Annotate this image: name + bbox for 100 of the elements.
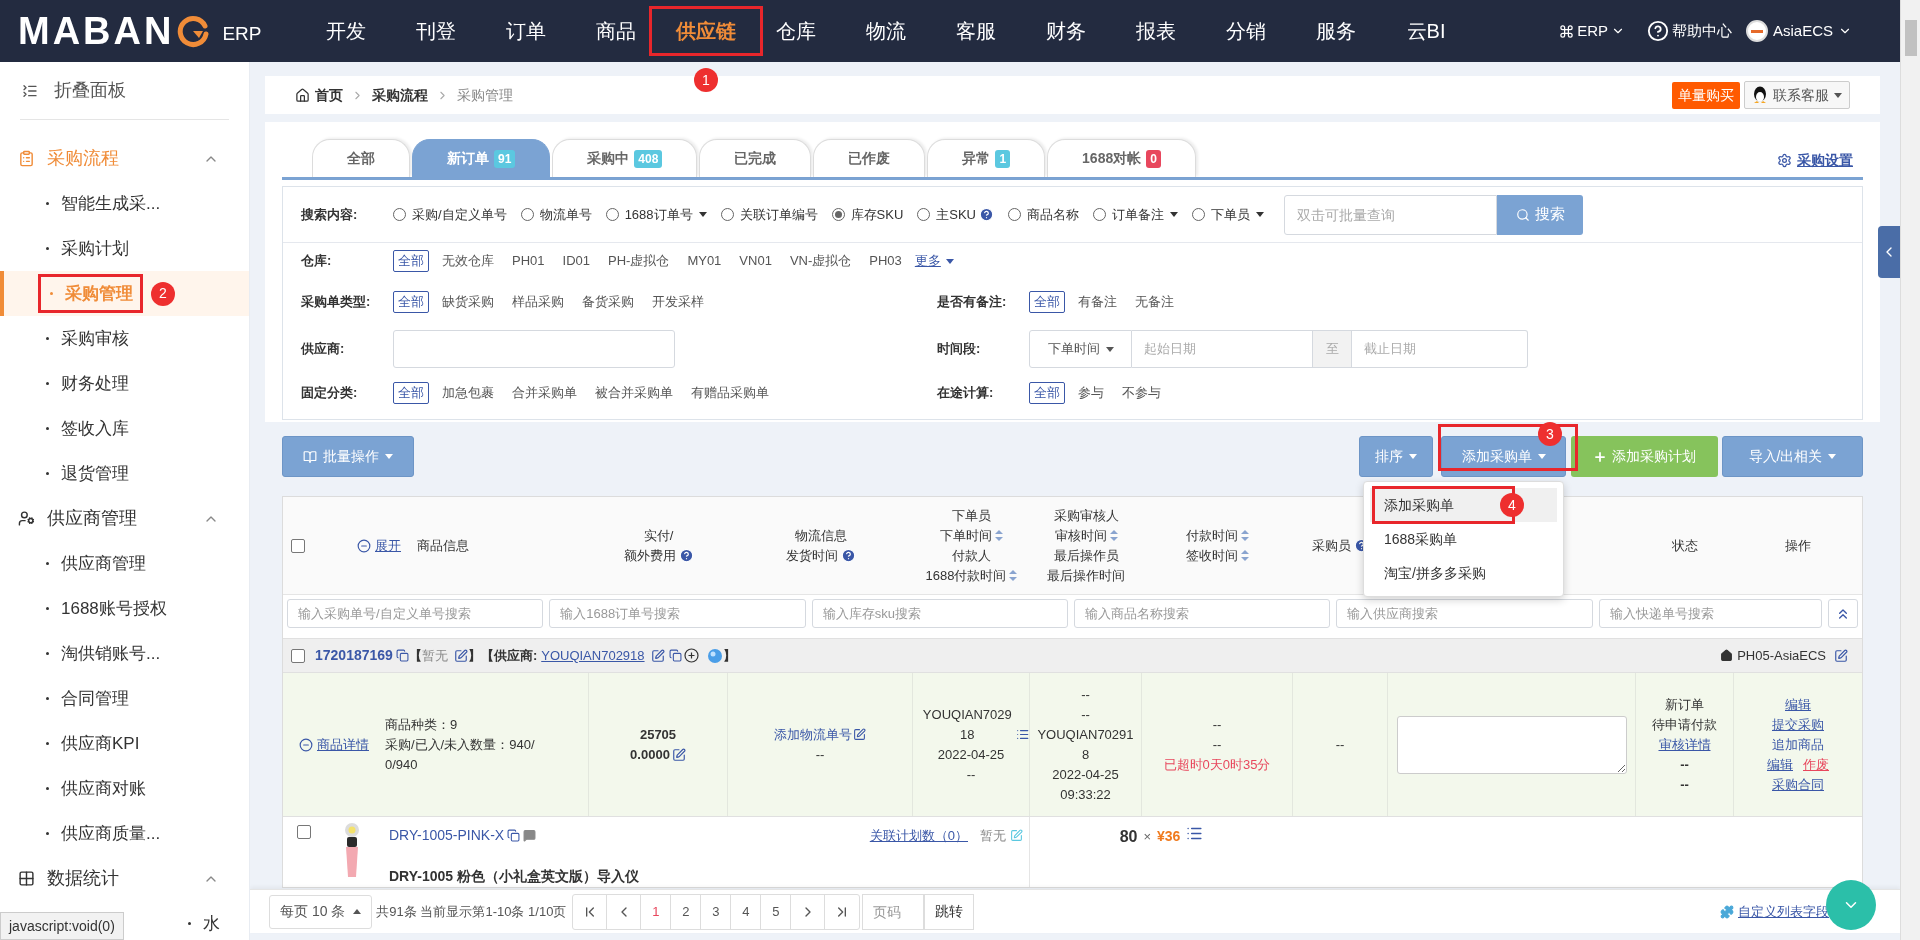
remark-field[interactable] xyxy=(1396,715,1627,774)
filter-option[interactable]: PH-虚拟仓 xyxy=(603,250,675,272)
tab[interactable]: 已作废 xyxy=(813,139,926,177)
sidebar-item[interactable]: 退货管理 xyxy=(0,451,249,496)
order-number[interactable]: 1720187169 xyxy=(315,645,393,666)
radio-label[interactable]: 物流单号 xyxy=(539,204,592,225)
nav-item[interactable]: 刊登 xyxy=(391,0,481,62)
filter-option[interactable]: 无效仓库 xyxy=(437,250,499,272)
comment-icon[interactable] xyxy=(523,829,537,842)
search-option[interactable]: 1688订单号 xyxy=(605,204,707,225)
column-search-field[interactable]: 输入采购单号/自定义单号搜索 xyxy=(287,599,544,628)
filter-option[interactable]: PH01 xyxy=(507,250,550,272)
nav-item[interactable]: 订单 xyxy=(481,0,571,62)
sidebar-item[interactable]: 采购审核 xyxy=(0,316,249,361)
nav-item[interactable]: 客服 xyxy=(931,0,1021,62)
sidebar-item[interactable]: 签收入库 xyxy=(0,406,249,451)
list-icon[interactable] xyxy=(1186,825,1204,842)
action-link[interactable]: 采购合同 xyxy=(1772,774,1824,795)
sidebar-item[interactable]: 淘供销账号... xyxy=(0,631,249,676)
action-link[interactable]: 提交采购 xyxy=(1772,714,1824,735)
page-number[interactable]: 1 xyxy=(641,894,672,929)
sidebar-item[interactable]: 智能生成采... xyxy=(0,181,249,226)
filter-option[interactable]: 全部 xyxy=(393,250,429,272)
nav-item[interactable]: 供应链 xyxy=(661,0,751,62)
nav-item[interactable]: 报表 xyxy=(1111,0,1201,62)
collapse-button[interactable] xyxy=(1828,599,1858,628)
breadcrumb-item[interactable]: 首页 xyxy=(315,84,343,106)
action-link[interactable]: 追加商品 xyxy=(1772,734,1824,755)
filter-option[interactable]: 全部 xyxy=(393,291,429,313)
contact-support-button[interactable]: 联系客服 xyxy=(1744,81,1850,109)
checkbox[interactable] xyxy=(291,648,305,663)
filter-option[interactable]: 全部 xyxy=(1029,291,1065,313)
column-search-field[interactable]: 输入1688订单号搜索 xyxy=(549,599,806,628)
end-date-field[interactable]: 截止日期 xyxy=(1352,330,1528,368)
filter-option[interactable]: 加急包裹 xyxy=(437,382,499,404)
search-option[interactable]: 库存SKU xyxy=(831,204,904,225)
edit-icon[interactable] xyxy=(1834,648,1848,663)
sidebar-item[interactable]: 采购计划 xyxy=(0,226,249,271)
filter-option[interactable]: ID01 xyxy=(557,250,595,272)
action-link[interactable]: 作废 xyxy=(1803,754,1829,775)
column-search-field[interactable]: 输入库存sku搜索 xyxy=(811,599,1068,628)
page-number[interactable]: 3 xyxy=(701,894,732,929)
search-option[interactable]: 主SKU xyxy=(917,204,994,225)
search-field[interactable]: 双击可批量查询 xyxy=(1284,194,1497,235)
product-details-link[interactable]: 商品详情 xyxy=(299,734,369,755)
filter-option[interactable]: 合并采购单 xyxy=(507,382,582,404)
collapse-panel-label[interactable]: 折叠面板 xyxy=(54,77,126,104)
sku-link[interactable]: DRY-1005-PINK-X xyxy=(389,825,505,846)
side-panel-toggle[interactable] xyxy=(1878,226,1900,278)
page-number[interactable]: 5 xyxy=(761,894,792,929)
search-option[interactable]: 关联订单编号 xyxy=(720,204,818,225)
radio-label[interactable]: 下单员 xyxy=(1211,204,1250,225)
copy-icon[interactable] xyxy=(668,649,682,662)
search-option[interactable]: 下单员 xyxy=(1192,204,1264,225)
search-option[interactable]: 采购/自定义单号 xyxy=(393,204,507,225)
filter-option[interactable]: 参与 xyxy=(1073,382,1109,404)
filter-option[interactable]: PH03 xyxy=(864,250,907,272)
copy-icon[interactable] xyxy=(395,649,409,662)
collapse-icon[interactable] xyxy=(22,82,38,99)
filter-option[interactable]: 无备注 xyxy=(1130,291,1179,313)
nav-item[interactable]: 服务 xyxy=(1291,0,1381,62)
search-option[interactable]: 商品名称 xyxy=(1008,204,1079,225)
action-link[interactable]: 编辑 xyxy=(1767,754,1793,775)
tab[interactable]: 异常 1 xyxy=(927,139,1046,177)
radio-label[interactable]: 商品名称 xyxy=(1027,204,1079,225)
sidebar-item[interactable]: 合同管理 xyxy=(0,676,249,721)
page-number[interactable]: 2 xyxy=(671,894,702,929)
filter-option[interactable]: MY01 xyxy=(682,250,727,272)
more-link[interactable]: 更多 xyxy=(914,251,954,271)
radio-label[interactable]: 库存SKU xyxy=(850,204,904,225)
help-center-link[interactable]: 帮助中心 xyxy=(1646,19,1732,43)
supplier-link[interactable]: YOUQIAN702918 xyxy=(541,645,645,666)
edit-icon[interactable] xyxy=(650,648,665,663)
settings-link[interactable]: 采购设置 xyxy=(1777,150,1853,171)
search-option[interactable]: 物流单号 xyxy=(520,204,592,225)
radio-label[interactable]: 1688订单号 xyxy=(624,204,693,225)
action-link[interactable]: 编辑 xyxy=(1785,694,1811,715)
tab[interactable]: 1688对帐 0 xyxy=(1047,139,1196,177)
sidebar-group[interactable]: 供应商管理 xyxy=(0,496,249,541)
nav-item[interactable]: 分销 xyxy=(1201,0,1291,62)
jump-button[interactable]: 跳转 xyxy=(924,893,975,930)
custom-fields-link[interactable]: 自定义列表字段 xyxy=(1738,901,1829,922)
linked-plans-link[interactable]: 关联计划数（0） xyxy=(869,825,968,846)
nav-item[interactable]: 物流 xyxy=(841,0,931,62)
filter-option[interactable]: 不参与 xyxy=(1117,382,1166,404)
sidebar-group[interactable]: 数据统计 xyxy=(0,856,249,901)
radio-label[interactable]: 主SKU xyxy=(936,204,976,225)
search-option[interactable]: 订单备注 xyxy=(1093,204,1178,225)
nav-item[interactable]: 财务 xyxy=(1021,0,1111,62)
sidebar-item[interactable]: 1688账号授权 xyxy=(0,586,249,631)
filter-option[interactable]: 全部 xyxy=(393,382,429,404)
filter-option[interactable]: 有备注 xyxy=(1073,291,1122,313)
radio-label[interactable]: 采购/自定义单号 xyxy=(412,204,507,225)
checkbox[interactable] xyxy=(291,538,305,553)
tab[interactable]: 已完成 xyxy=(699,139,812,177)
column-search-field[interactable]: 输入快递单号搜索 xyxy=(1598,599,1823,628)
radio-label[interactable]: 订单备注 xyxy=(1112,204,1164,225)
filter-option[interactable]: 全部 xyxy=(1029,382,1065,404)
sidebar-item[interactable]: 供应商KPI xyxy=(0,721,249,766)
page-size-select[interactable]: 每页 10 条 xyxy=(269,894,373,929)
